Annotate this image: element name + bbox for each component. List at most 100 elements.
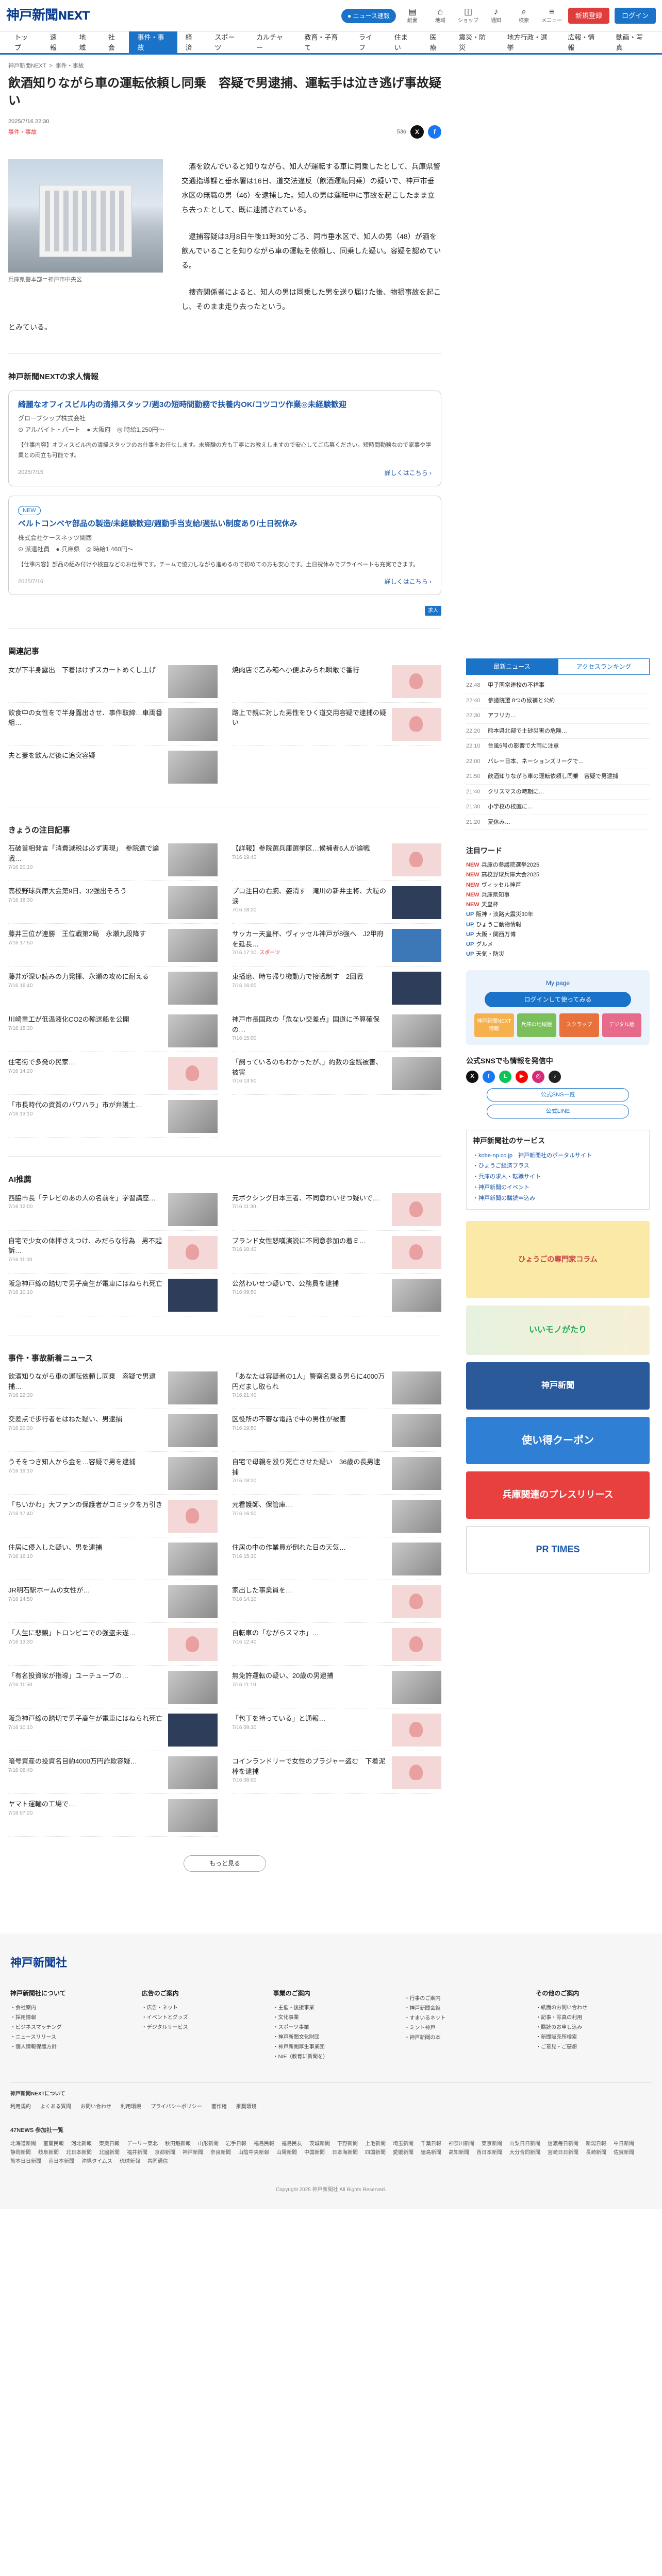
news-thumbnail[interactable] (392, 665, 441, 698)
news-headline[interactable]: 「人生に悲観」トロンビニでの強盗未遂… (8, 1628, 163, 1638)
member-paper-link[interactable]: 北海道新聞 (10, 2140, 36, 2148)
member-paper-link[interactable]: 茨城新聞 (309, 2140, 330, 2148)
nav-item[interactable]: 地方行政・選挙 (499, 31, 560, 54)
facebook-icon[interactable]: f (483, 1070, 495, 1083)
facebook-share-icon[interactable]: f (428, 125, 441, 139)
service-link[interactable]: ・kobe-np.co.jp 神戸新聞社のポータルサイト (473, 1150, 643, 1161)
service-link[interactable]: ・兵庫の求人・転職サイト (473, 1172, 643, 1182)
site-logo[interactable]: 神戸新聞NEXT (6, 6, 90, 26)
news-thumbnail[interactable] (392, 929, 441, 962)
news-thumbnail[interactable] (168, 1057, 218, 1091)
news-headline[interactable]: 藤井王位が連勝 王位戦第2局 永瀬九段降す (8, 929, 163, 939)
news-headline[interactable]: 神戸市長国政の「危ない交差点」国道に予算確保の… (232, 1014, 387, 1035)
news-card[interactable]: ブランド女性怒嘆演説に不同意参加の着ミ… 7/16 10:40 (232, 1235, 441, 1274)
member-paper-link[interactable]: 東奥日報 (99, 2140, 120, 2148)
news-headline[interactable]: 飲食中の女性をで半身露出させ、事件取締…車両番組… (8, 708, 163, 728)
news-card[interactable]: 自転車の「ながらスマホ」… 7/16 12:40 (232, 1628, 441, 1666)
news-card[interactable]: 自宅で少女の体押さえつけ、みだらな行為 男不起訴… 7/16 11:00 (8, 1235, 218, 1274)
nav-item[interactable]: カルチャー (248, 31, 296, 54)
news-headline[interactable]: 阪急神戸線の踏切で男子高生が電車にはねられ死亡 (8, 1714, 163, 1724)
news-thumbnail[interactable] (392, 1278, 441, 1312)
member-paper-link[interactable]: 南日本新聞 (48, 2158, 74, 2165)
member-paper-link[interactable]: 山梨日日新聞 (509, 2140, 540, 2148)
news-thumbnail[interactable] (168, 1756, 218, 1790)
news-headline[interactable]: 住居に侵入した疑い、男を逮捕 (8, 1543, 163, 1553)
tiktok-icon[interactable]: ♪ (549, 1070, 561, 1083)
news-headline[interactable]: 石破首相発言「消費減税は必ず実現」 参院選で論戦… (8, 843, 163, 863)
x-share-icon[interactable]: X (410, 125, 424, 139)
mypage-tile[interactable]: 兵庫の地域版 (517, 1013, 556, 1037)
news-headline[interactable]: 暗号資産の投資名目約4000万円詐欺容疑… (8, 1756, 163, 1767)
latest-item[interactable]: 22:00 バレー日本、ネーションズリーグで… (466, 754, 650, 769)
footer-bar-link[interactable]: よくある質問 (40, 2104, 71, 2110)
nav-item[interactable]: スポーツ (206, 31, 248, 54)
news-headline[interactable]: 焼肉店で乙み箱へ小便よみられ瞬敢で番行 (232, 665, 387, 675)
sidebar-banner[interactable]: いいモノがたり (466, 1305, 650, 1355)
member-paper-link[interactable]: 佐賀新聞 (614, 2149, 634, 2157)
nav-item[interactable]: 動画・写真 (608, 31, 656, 54)
news-headline[interactable]: 川崎重工が低温液化CO2の輸送船を公開 (8, 1014, 163, 1025)
news-thumbnail[interactable] (168, 1543, 218, 1576)
news-headline[interactable]: 家出した事業員を… (232, 1585, 387, 1596)
nav-item[interactable]: 教育・子育て (296, 31, 351, 54)
mypage-tile[interactable]: デジタル版 (602, 1013, 641, 1037)
news-thumbnail[interactable] (392, 886, 441, 920)
keyword-item[interactable]: UP 天気・防災 (466, 950, 650, 959)
news-card[interactable]: 高校野球兵庫大会第9日、32強出そろう 7/16 18:30 (8, 886, 218, 924)
member-paper-link[interactable]: 奈良新聞 (210, 2149, 231, 2157)
keyword-text[interactable]: 大阪・関西万博 (476, 931, 516, 938)
news-card[interactable]: JR明石駅ホームの女性が… 7/16 14:50 (8, 1585, 218, 1623)
member-paper-link[interactable]: 新潟日報 (586, 2140, 606, 2148)
footer-link[interactable]: ・NIE（教育に新聞を） (273, 2052, 389, 2062)
footer-link[interactable]: ・主催・後援事業 (273, 2003, 389, 2013)
news-thumbnail[interactable] (168, 1714, 218, 1747)
footer-link[interactable]: ・イベントとグッズ (142, 2013, 258, 2023)
latest-item[interactable]: 22:10 台風5号の影響で大雨に注意 (466, 739, 650, 754)
news-card[interactable]: 無免許運転の疑い、20歳の男逮捕 7/16 11:10 (232, 1671, 441, 1709)
news-thumbnail[interactable] (168, 1628, 218, 1662)
member-paper-link[interactable]: 神戸新聞 (183, 2149, 203, 2157)
news-card[interactable]: 「包丁を持っている」と通報… 7/16 09:30 (232, 1714, 441, 1752)
news-headline[interactable]: 交差点で歩行者をはねた疑い、男逮捕 (8, 1414, 163, 1425)
news-thumbnail[interactable] (168, 1457, 218, 1490)
news-thumbnail[interactable] (168, 972, 218, 1005)
member-paper-link[interactable]: 山陰中央新報 (238, 2149, 269, 2157)
service-link[interactable]: ・神戸新聞のイベント (473, 1182, 643, 1193)
member-paper-link[interactable]: 高知新聞 (449, 2149, 469, 2157)
keyword-item[interactable]: UP ひょうご動物情報 (466, 920, 650, 930)
service-link[interactable]: ・神戸新聞の購読申込み (473, 1193, 643, 1204)
latest-title[interactable]: クリスマスの時期に… (488, 788, 544, 796)
member-paper-link[interactable]: 徳島新聞 (421, 2149, 441, 2157)
member-paper-link[interactable]: 沖縄タイムス (81, 2158, 112, 2165)
breadcrumb-item[interactable]: 神戸新聞NEXT (8, 63, 46, 69)
news-headline[interactable]: 阪急神戸線の踏切で男子高生が電車にはねられ死亡 (8, 1279, 163, 1289)
instagram-icon[interactable]: ◎ (532, 1070, 544, 1083)
member-paper-link[interactable]: 熊本日日新聞 (10, 2158, 41, 2165)
keyword-text[interactable]: 兵庫の参議院選挙2025 (482, 862, 539, 868)
news-headline[interactable]: 「有名投資家が指導」ユーチューブの… (8, 1671, 163, 1681)
footer-link[interactable]: ・記事・写真の利用 (536, 2013, 652, 2023)
member-paper-link[interactable]: 上毛新聞 (365, 2140, 386, 2148)
footer-link[interactable]: ・スポーツ事業 (273, 2023, 389, 2032)
member-paper-link[interactable]: 静岡新聞 (10, 2149, 31, 2157)
news-headline[interactable]: 「飼っているのもわかったが、」約数の金銭被害、被害 (232, 1057, 387, 1077)
latest-item[interactable]: 21:50 飲酒知りながら車の運転依頼し同乗 容疑で男逮捕 (466, 769, 650, 785)
news-headline[interactable]: 高校野球兵庫大会第9日、32強出そろう (8, 886, 163, 896)
news-headline[interactable]: 西脇市長「テレビのあの人の名前を」学習講座… (8, 1193, 163, 1204)
latest-title[interactable]: アフリカ… (488, 711, 516, 720)
member-paper-link[interactable]: 福島民報 (254, 2140, 274, 2148)
news-headline[interactable]: 【詳報】参院選兵庫選挙区…候補者6人が論戦 (232, 843, 387, 854)
member-paper-link[interactable]: 西日本新聞 (476, 2149, 502, 2157)
keyword-text[interactable]: 兵庫県知事 (482, 892, 510, 898)
member-paper-link[interactable]: 愛媛新聞 (393, 2149, 413, 2157)
nav-item[interactable]: トップ (6, 31, 42, 54)
member-paper-link[interactable]: 福井新聞 (127, 2149, 147, 2157)
news-thumbnail[interactable] (392, 1193, 441, 1226)
news-card[interactable]: 阪急神戸線の踏切で男子高生が電車にはねられ死亡 7/16 10:10 (8, 1278, 218, 1316)
latest-item[interactable]: 22:40 参議院選 8つの候補と公約 (466, 693, 650, 708)
news-card[interactable]: 藤井王位が連勝 王位戦第2局 永瀬九段降す 7/16 17:50 (8, 929, 218, 967)
news-thumbnail[interactable] (392, 1457, 441, 1490)
login-button[interactable]: ログイン (614, 7, 656, 24)
nav-item[interactable]: 住まい (386, 31, 422, 54)
news-headline[interactable]: うそをつき知人から金を…容疑で男を逮捕 (8, 1457, 163, 1467)
